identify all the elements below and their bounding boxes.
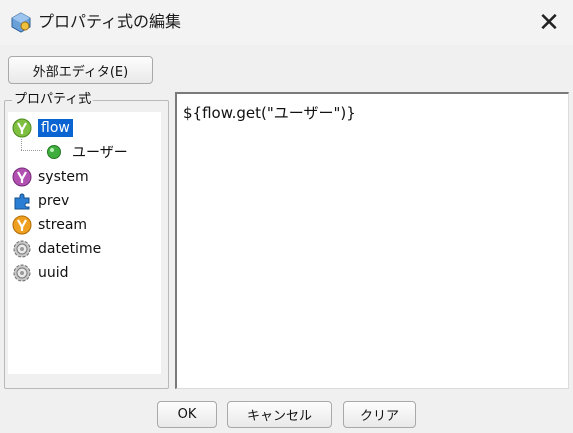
- close-button[interactable]: ✕: [525, 0, 573, 45]
- tree-legend: プロパティ式: [12, 92, 94, 108]
- cancel-label: キャンセル: [246, 409, 312, 424]
- tree-item-label: datetime: [38, 241, 102, 257]
- external-editor-button[interactable]: 外部エディタ(E): [8, 56, 153, 84]
- app-icon: [11, 12, 31, 33]
- ok-label: OK: [177, 407, 197, 422]
- clear-label: クリア: [359, 409, 399, 424]
- title-bar: プロパティ式の編集 ✕: [0, 0, 573, 45]
- window-title: プロパティ式の編集: [38, 12, 182, 31]
- tree-item-label: ユーザー: [72, 145, 128, 161]
- tree-item-label: prev: [38, 193, 70, 209]
- stream-icon: [12, 215, 32, 235]
- system-icon: [12, 167, 32, 187]
- tree-item-uuid[interactable]: uuid: [12, 262, 69, 284]
- flow-icon: [12, 118, 32, 138]
- tree-item-prev[interactable]: prev: [12, 190, 69, 212]
- puzzle-icon: [14, 193, 30, 210]
- external-editor-label: 外部エディタ(E): [32, 64, 129, 80]
- tree-item-flow[interactable]: flow: [12, 117, 73, 139]
- tree-item-stream[interactable]: stream: [12, 214, 87, 236]
- expression-text: ${flow.get("ユーザー")}: [183, 104, 356, 122]
- tree-item-label: flow: [38, 119, 73, 137]
- tree-item-label: uuid: [38, 265, 69, 281]
- expression-editor[interactable]: ${flow.get("ユーザー")}: [175, 92, 569, 389]
- property-tree: flow ユーザー system prev stream datetime uu…: [8, 112, 161, 374]
- gear-icon: [13, 240, 31, 258]
- tree-connector: [21, 139, 43, 151]
- close-icon: ✕: [538, 7, 560, 38]
- clear-button[interactable]: クリア: [343, 401, 416, 428]
- tree-item-system[interactable]: system: [12, 166, 89, 188]
- property-expression-dialog: プロパティ式の編集 ✕ 外部エディタ(E) プロパティ式 flow ユーザー s…: [0, 0, 573, 433]
- gear-icon: [13, 264, 31, 282]
- tree-item-datetime[interactable]: datetime: [12, 238, 101, 260]
- green-ball-icon: [47, 145, 61, 159]
- property-tree-panel: プロパティ式 flow ユーザー system prev stream date…: [4, 92, 169, 389]
- tree-item-label: system: [38, 169, 89, 185]
- tree-item-label: stream: [38, 217, 88, 233]
- cancel-button[interactable]: キャンセル: [227, 401, 332, 428]
- ok-button[interactable]: OK: [157, 401, 217, 428]
- tree-item-user[interactable]: ユーザー: [46, 141, 128, 163]
